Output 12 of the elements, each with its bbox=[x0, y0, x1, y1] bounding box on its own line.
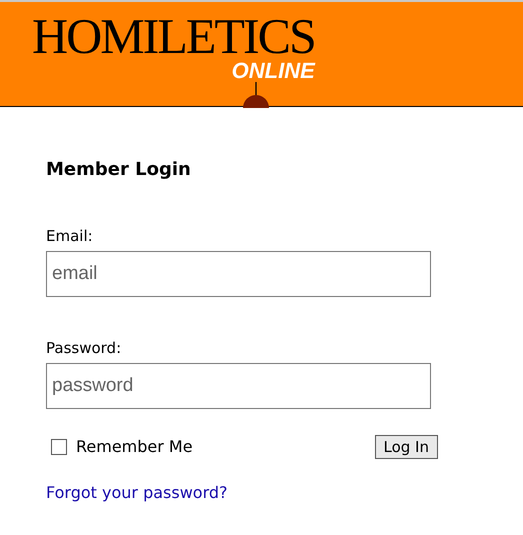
remember-checkbox[interactable] bbox=[51, 439, 67, 455]
forgot-password-link[interactable]: Forgot your password? bbox=[46, 481, 228, 505]
field-label: Password: bbox=[46, 339, 122, 357]
remember-label: Remember Me bbox=[76, 436, 193, 458]
input-field[interactable]: password bbox=[46, 363, 431, 409]
logo-subtitle: ONLINE bbox=[232, 58, 315, 84]
logo-title: HOMILETICS bbox=[32, 14, 315, 58]
login-heading: Member Login bbox=[46, 159, 192, 181]
field-label: Email: bbox=[46, 227, 94, 245]
login-button[interactable]: Log In bbox=[374, 435, 438, 459]
pin-icon bbox=[242, 82, 270, 108]
input-field[interactable]: email bbox=[46, 251, 431, 297]
